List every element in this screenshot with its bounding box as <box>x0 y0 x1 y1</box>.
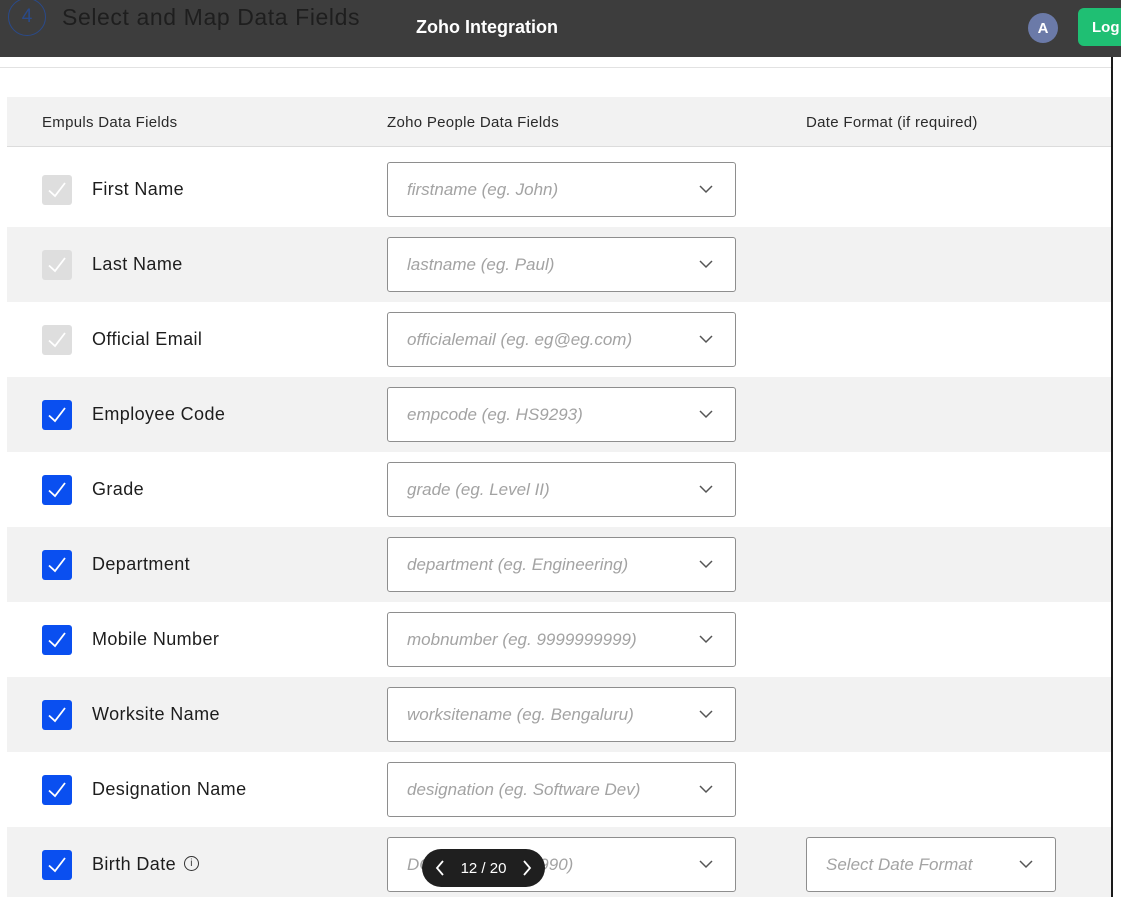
table-row: Designation Name designation (eg. Softwa… <box>7 752 1112 827</box>
field-label: Designation Name <box>92 779 247 799</box>
select-placeholder: mobnumber (eg. 9999999999) <box>407 630 637 649</box>
select-placeholder: firstname (eg. John) <box>407 180 559 199</box>
field-label: Mobile Number <box>92 629 220 649</box>
chevron-down-icon <box>699 410 713 419</box>
field-label: Grade <box>92 479 145 499</box>
select-placeholder: department (eg. Engineering) <box>407 555 629 574</box>
check-icon <box>48 332 66 348</box>
select-placeholder: officialemail (eg. eg@eg.com) <box>407 330 633 349</box>
field-checkbox[interactable] <box>42 850 72 880</box>
table-row: Employee Code empcode (eg. HS9293) <box>7 377 1112 452</box>
field-checkbox[interactable] <box>42 625 72 655</box>
app-title: Zoho Integration <box>416 17 558 37</box>
table-row: Official Email officialemail (eg. eg@eg.… <box>7 302 1112 377</box>
field-label: Official Email <box>92 329 203 349</box>
table-row: Birth Datei DOB (eg. 01/01/1990) Select … <box>7 827 1112 897</box>
date-format-select[interactable]: Select Date Format <box>806 837 1056 892</box>
check-icon <box>48 857 66 873</box>
select-placeholder: empcode (eg. HS9293) <box>407 405 583 424</box>
field-checkbox[interactable] <box>42 400 72 430</box>
column-header-date-format: Date Format (if required) <box>806 114 978 131</box>
table-row: Worksite Name worksitename (eg. Bengalur… <box>7 677 1112 752</box>
column-header-zoho-fields: Zoho People Data Fields <box>387 114 559 131</box>
step-number-badge: 4 <box>8 0 46 36</box>
chevron-right-icon[interactable] <box>521 860 533 876</box>
check-icon <box>48 257 66 273</box>
check-icon <box>48 407 66 423</box>
field-label: Last Name <box>92 254 183 274</box>
check-icon <box>48 482 66 498</box>
zoho-field-select[interactable]: lastname (eg. Paul) <box>387 237 736 292</box>
top-bar: 4 Select and Map Data Fields Zoho Integr… <box>0 0 1121 57</box>
chevron-left-icon[interactable] <box>434 860 446 876</box>
zoho-field-select[interactable]: mobnumber (eg. 9999999999) <box>387 612 736 667</box>
zoho-field-select[interactable]: officialemail (eg. eg@eg.com) <box>387 312 736 367</box>
field-label: Worksite Name <box>92 704 220 724</box>
chevron-down-icon <box>699 335 713 344</box>
table-row: Mobile Number mobnumber (eg. 9999999999) <box>7 602 1112 677</box>
select-placeholder: grade (eg. Level II) <box>407 480 550 499</box>
check-icon <box>48 182 66 198</box>
field-checkbox <box>42 175 72 205</box>
check-icon <box>48 707 66 723</box>
chevron-down-icon <box>699 260 713 269</box>
select-placeholder: designation (eg. Software Dev) <box>407 780 641 799</box>
field-label: Employee Code <box>92 404 226 424</box>
zoho-field-select[interactable]: designation (eg. Software Dev) <box>387 762 736 817</box>
check-icon <box>48 782 66 798</box>
zoho-field-select[interactable]: grade (eg. Level II) <box>387 462 736 517</box>
check-icon <box>48 557 66 573</box>
field-checkbox <box>42 325 72 355</box>
chevron-down-icon <box>1019 860 1033 869</box>
select-placeholder: worksitename (eg. Bengaluru) <box>407 705 634 724</box>
field-label: First Name <box>92 179 185 199</box>
page-indicator: 12 / 20 <box>422 849 545 887</box>
zoho-field-select[interactable]: worksitename (eg. Bengaluru) <box>387 687 736 742</box>
info-icon[interactable]: i <box>184 855 200 871</box>
chevron-down-icon <box>699 560 713 569</box>
zoho-field-select[interactable]: firstname (eg. John) <box>387 162 736 217</box>
chevron-down-icon <box>699 785 713 794</box>
column-header-empuls-fields: Empuls Data Fields <box>42 114 178 131</box>
chevron-down-icon <box>699 635 713 644</box>
field-checkbox[interactable] <box>42 700 72 730</box>
chevron-down-icon <box>699 185 713 194</box>
table-header: Empuls Data Fields Zoho People Data Fiel… <box>7 97 1112 147</box>
date-format-placeholder: Select Date Format <box>826 855 973 874</box>
step-title: Select and Map Data Fields <box>62 4 361 30</box>
field-label: Department <box>92 554 191 574</box>
zoho-field-select[interactable]: empcode (eg. HS9293) <box>387 387 736 442</box>
avatar[interactable]: A <box>1028 13 1058 43</box>
field-label-text: Birth Date <box>92 854 177 874</box>
table-row: Last Name lastname (eg. Paul) <box>7 227 1112 302</box>
zoho-field-select[interactable]: department (eg. Engineering) <box>387 537 736 592</box>
field-checkbox[interactable] <box>42 775 72 805</box>
field-checkbox <box>42 250 72 280</box>
field-checkbox[interactable] <box>42 550 72 580</box>
table-row: Department department (eg. Engineering) <box>7 527 1112 602</box>
page-counter: 12 / 20 <box>460 859 507 877</box>
table-row: First Name firstname (eg. John) <box>7 152 1112 227</box>
divider <box>0 67 1112 68</box>
select-placeholder: lastname (eg. Paul) <box>407 255 555 274</box>
table-row: Grade grade (eg. Level II) <box>7 452 1112 527</box>
field-checkbox[interactable] <box>42 475 72 505</box>
field-mapping-list: First Name firstname (eg. John) Last Nam… <box>7 152 1112 897</box>
panel-edge <box>1111 57 1113 897</box>
logout-button[interactable]: Log <box>1078 8 1121 46</box>
chevron-down-icon <box>699 860 713 869</box>
field-label: Birth Date i <box>92 854 200 875</box>
chevron-down-icon <box>699 710 713 719</box>
check-icon <box>48 632 66 648</box>
chevron-down-icon <box>699 485 713 494</box>
